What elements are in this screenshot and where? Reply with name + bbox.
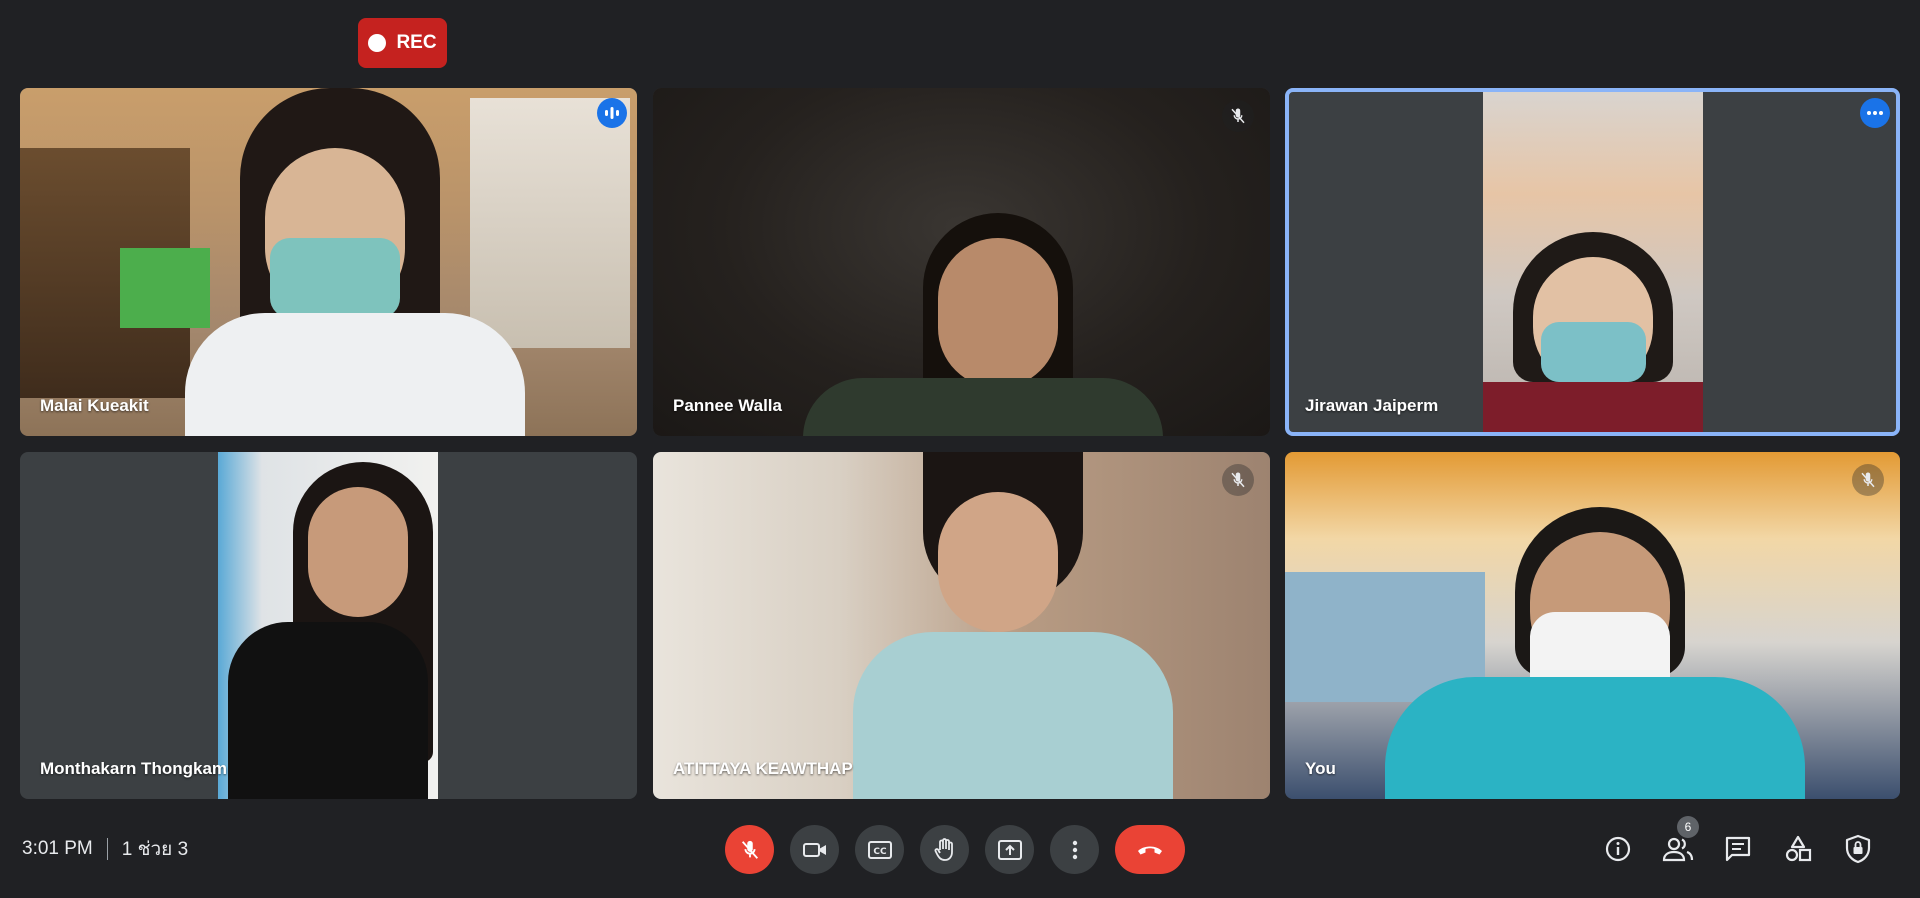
participant-name: Malai Kueakit [40,396,149,415]
raise-hand-button[interactable] [920,825,969,874]
recording-indicator: REC [358,18,447,68]
participant-video [653,452,1270,799]
mic-off-icon [741,840,758,859]
hand-icon [934,837,953,861]
present-to-all-icon [997,839,1022,860]
participant-tile[interactable]: Jirawan Jaiperm [1285,88,1900,436]
mic-off-icon [1861,472,1875,488]
divider [106,838,108,860]
participant-video [653,88,1270,436]
more-options-button[interactable] [1050,825,1099,874]
side-panel-controls: 6 [1600,816,1876,872]
closed-captions-icon: CC [867,840,892,859]
camera-toggle-button[interactable] [790,825,839,874]
people-icon [1662,837,1694,862]
meeting-name: 1 ช่วย 3 [121,839,189,860]
participant-name: Monthakarn Thongkam [40,759,228,778]
call-controls: CC [725,825,1185,874]
mic-muted-indicator [1222,464,1254,496]
activities-button[interactable] [1780,831,1816,867]
participant-count-badge: 6 [1677,816,1699,838]
participant-name: Jirawan Jaiperm [1305,396,1439,415]
participant-video [1285,452,1900,799]
mic-muted-indicator [1852,464,1884,496]
mic-off-icon [1231,472,1245,488]
speaking-indicator [597,98,627,128]
host-controls-button[interactable] [1840,831,1876,867]
recording-label: REC [396,32,437,53]
audio-level-icon [605,107,619,119]
meeting-info: 3:01 PM 1 ช่วย 3 [22,836,188,862]
videocam-icon [802,842,826,857]
info-icon [1605,836,1631,862]
participant-video [1483,92,1703,432]
shield-lock-icon [1845,834,1871,864]
participant-name: ATITTAYA KEAWTHAP [673,759,853,778]
captions-button[interactable]: CC [855,825,904,874]
more-vert-icon [1072,840,1077,859]
participant-tile[interactable]: You [1285,452,1900,799]
mic-muted-indicator [1222,100,1254,132]
participant-tile[interactable]: Malai Kueakit [20,88,637,436]
more-horiz-icon [1867,111,1883,115]
record-dot-icon [368,34,387,52]
chat-icon [1725,836,1751,862]
chat-button[interactable] [1720,831,1756,867]
participant-video [20,88,637,436]
participant-name: Pannee Walla [673,396,782,415]
meeting-details-button[interactable] [1600,831,1636,867]
mic-toggle-button[interactable] [725,825,774,874]
participant-tile[interactable]: Pannee Walla [653,88,1270,436]
call-end-icon [1138,846,1162,854]
leave-call-button[interactable] [1115,825,1185,874]
more-options-button[interactable] [1860,98,1890,128]
participant-tile[interactable]: ATITTAYA KEAWTHAP [653,452,1270,799]
participant-name: You [1305,759,1336,778]
participant-tile[interactable]: Monthakarn Thongkam [20,452,637,799]
activities-shapes-icon [1785,835,1812,862]
clock-time: 3:01 PM [22,838,93,859]
present-screen-button[interactable] [985,825,1034,874]
mic-off-icon [1231,108,1245,124]
participant-video [218,452,438,799]
svg-text:CC: CC [873,847,887,857]
people-button[interactable]: 6 [1660,816,1699,867]
